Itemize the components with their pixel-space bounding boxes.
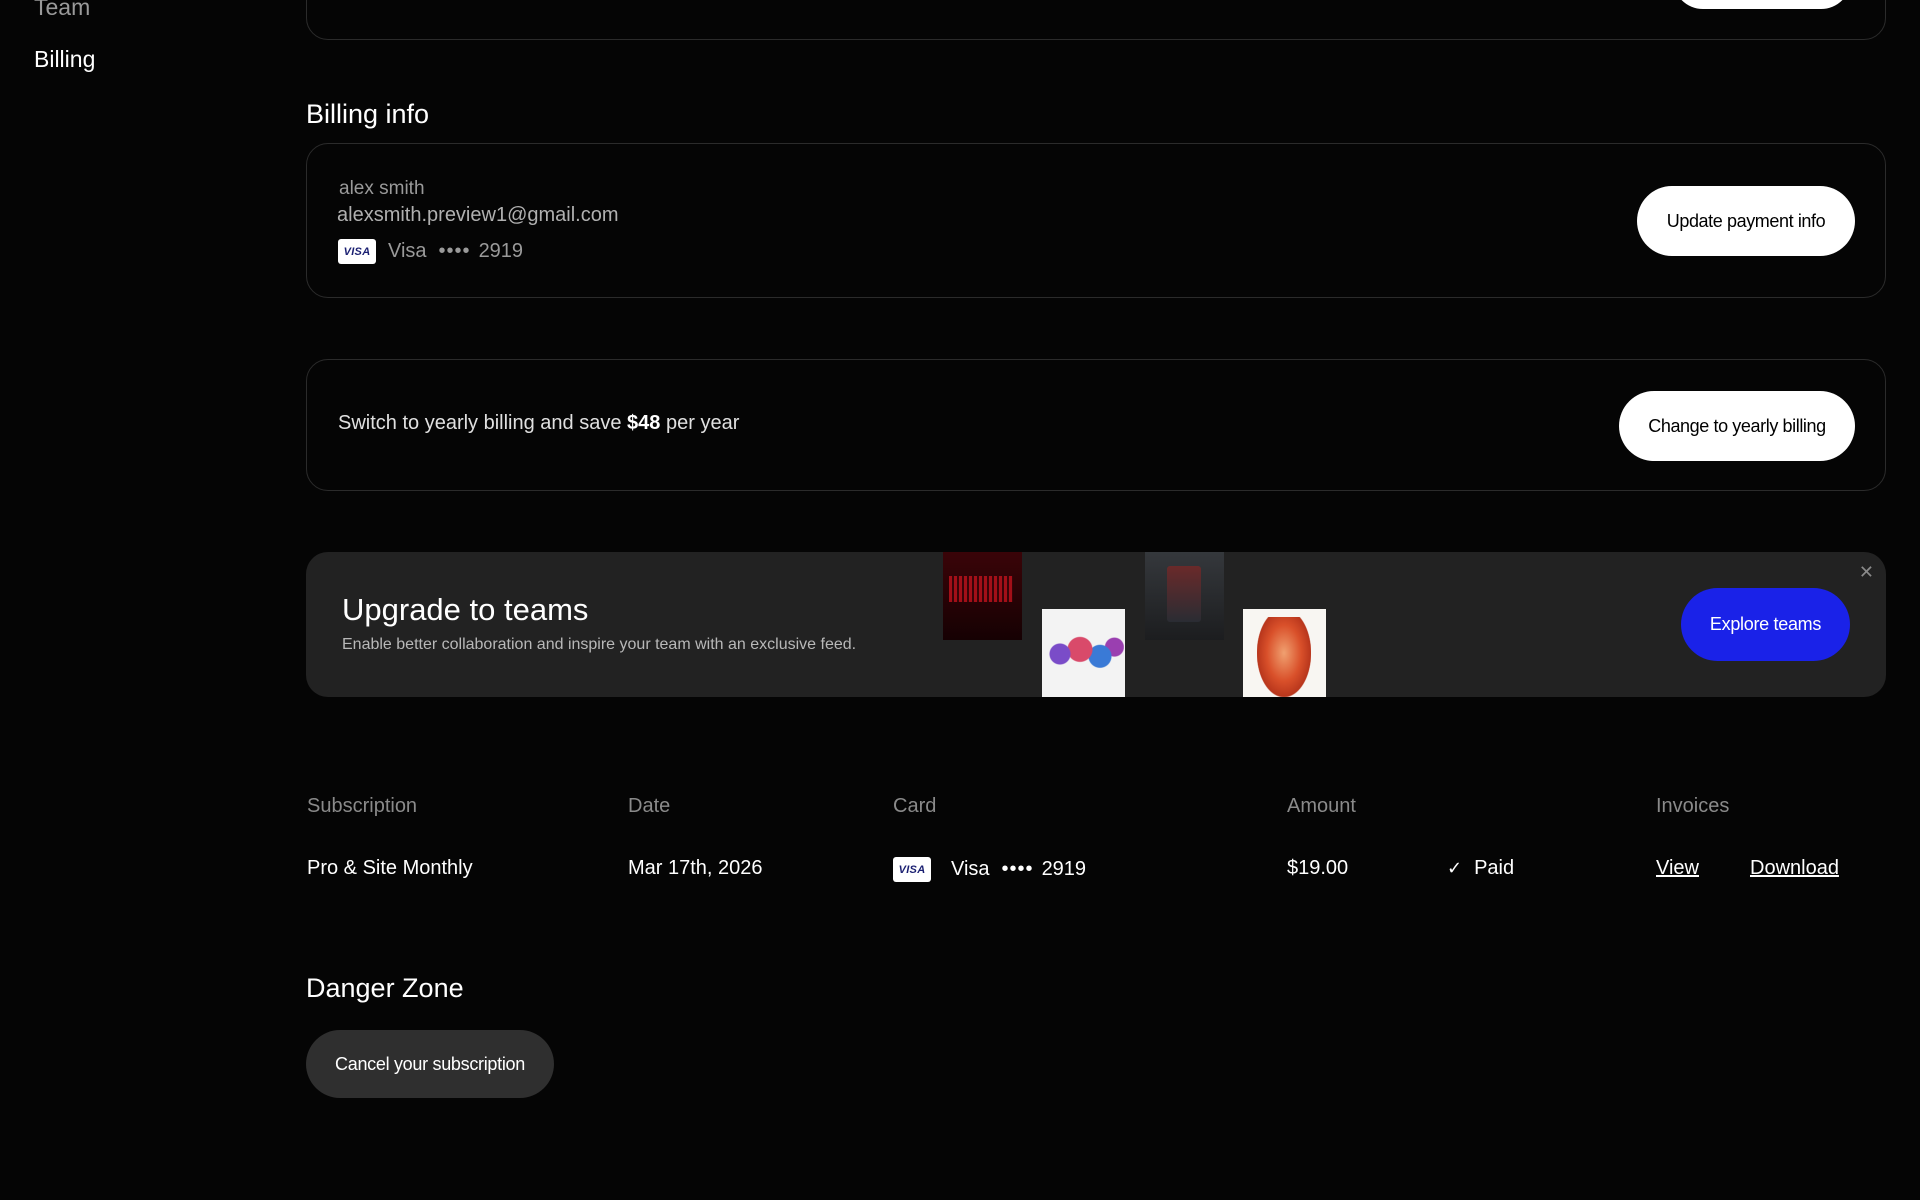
change-to-yearly-button[interactable]: Change to yearly billing [1619,391,1855,461]
row-view: View [1656,857,1699,880]
visa-icon: VISA [893,857,931,882]
sidebar-item-billing[interactable]: Billing [34,44,95,74]
explore-teams-button[interactable]: Explore teams [1681,588,1850,661]
header-date: Date [628,795,671,817]
billing-info-card: alex smith alexsmith.preview1@gmail.com … [306,143,1886,298]
settings-sidebar: Team Billing [34,0,95,96]
billing-page: Team Billing Billing info alex smith ale… [0,0,1920,1200]
update-payment-button[interactable]: Update payment info [1637,186,1855,256]
promo-thumbnail-2 [1042,609,1125,697]
view-invoice-link[interactable]: View [1656,857,1699,879]
row-download: Download [1750,857,1839,880]
promo-thumbnail-4 [1243,609,1326,697]
card-last4: 2919 [478,240,524,262]
header-invoices: Invoices [1656,795,1730,817]
row-amount: $19.00 [1287,857,1349,879]
status-text: Paid [1474,857,1515,879]
yearly-billing-text: Switch to yearly billing and save $48 pe… [338,412,739,435]
cancel-subscription-button[interactable]: Cancel your subscription [306,1030,554,1098]
yearly-billing-card: Switch to yearly billing and save $48 pe… [306,359,1886,491]
teams-subtitle: Enable better collaboration and inspire … [342,636,857,653]
row-card-last4: 2919 [1041,858,1087,880]
row-date: Mar 17th, 2026 [628,857,763,879]
billing-name: alex smith [339,178,425,199]
header-amount: Amount [1287,795,1356,817]
billing-info-title: Billing info [306,99,430,129]
header-subscription: Subscription [307,795,418,817]
yearly-savings: $48 [627,412,661,434]
previous-section-button[interactable] [1673,0,1851,9]
promo-thumbnail-1 [943,552,1022,640]
row-status: ✓ Paid [1447,857,1514,880]
upgrade-teams-banner: Upgrade to teams Enable better collabora… [306,552,1886,697]
card-mask-dots: •••• [1001,858,1034,880]
card-mask-dots: •••• [438,240,471,262]
yearly-text-after: per year [660,412,740,434]
card-brand: Visa [388,240,427,262]
promo-thumbnail-3 [1145,552,1224,640]
check-icon: ✓ [1447,858,1463,878]
yearly-text-before: Switch to yearly billing and save [338,412,628,434]
download-invoice-link[interactable]: Download [1750,857,1839,879]
close-icon[interactable]: ✕ [1859,562,1874,583]
previous-section-card [306,0,1886,40]
billing-card-info: VISA Visa •••• 2919 [338,239,523,264]
header-card: Card [893,795,937,817]
row-card-brand: Visa [951,858,990,880]
danger-zone-title: Danger Zone [306,973,464,1003]
row-subscription: Pro & Site Monthly [307,857,473,879]
sidebar-item-team[interactable]: Team [34,0,95,22]
visa-icon: VISA [338,239,376,264]
teams-title: Upgrade to teams [342,592,589,627]
billing-email: alexsmith.preview1@gmail.com [337,204,619,226]
row-card: VISA Visa •••• 2919 [893,857,1086,882]
